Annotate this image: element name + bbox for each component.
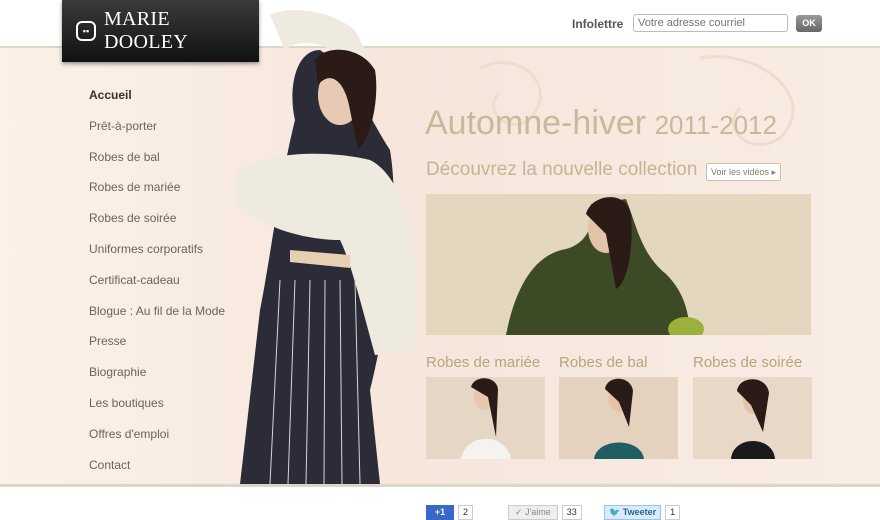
logo-mark-icon: ▪▪ [76,21,96,41]
hero-headline: Automne-hiver 2011-2012 [425,104,777,143]
hero-years: 2011-2012 [654,110,777,140]
newsletter-label: Infolettre [572,17,624,31]
brand-name: MARIE DOOLEY [103,8,188,53]
brand-logo[interactable]: ▪▪ MARIE DOOLEY [62,0,259,62]
hero-model-image [235,10,418,484]
newsletter-submit-button[interactable]: OK [796,15,822,32]
category-title-bal[interactable]: Robes de bal [559,354,647,371]
gplus-button[interactable]: +1 [426,505,454,520]
category-thumb-mariee[interactable] [426,377,545,459]
category-title-soiree[interactable]: Robes de soirée [693,354,802,371]
hero-season: Automne-hiver [425,104,647,142]
like-count: 33 [561,505,582,520]
tweet-button[interactable]: 🐦 Tweeter [604,505,662,520]
play-arrow-icon: ▸ [771,167,777,177]
category-thumb-bal[interactable] [559,377,678,459]
category-title-mariee[interactable]: Robes de mariée [426,354,540,371]
like-label: J'aime [525,507,551,517]
tweet-widget[interactable]: 🐦 Tweeter 1 [604,505,681,520]
gplus-widget[interactable]: +1 2 [426,505,474,520]
bottom-divider [0,484,880,487]
twitter-bird-icon: 🐦 [609,507,621,517]
newsletter-email-input[interactable] [633,14,788,32]
view-videos-button[interactable]: Voir les vidéos ▸ [706,163,782,181]
collection-banner-image[interactable] [426,194,811,335]
hero-subtitle: Découvrez la nouvelle collection [426,159,698,180]
checkmark-icon: ✓ [515,507,526,517]
like-widget[interactable]: ✓ J'aime 33 [508,505,582,520]
view-videos-label: Voir les vidéos [711,167,770,177]
tweet-count: 1 [665,505,681,520]
gplus-count: 2 [458,505,474,520]
category-thumb-soiree[interactable] [693,377,812,459]
tweet-label: Tweeter [622,507,657,517]
like-button[interactable]: ✓ J'aime [508,505,558,520]
